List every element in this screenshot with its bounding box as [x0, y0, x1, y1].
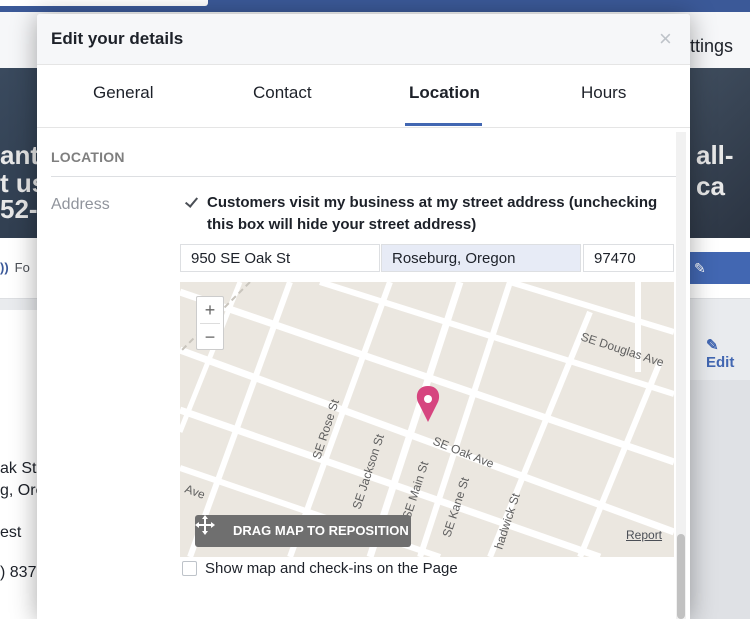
edit-link-label: Edit: [706, 354, 735, 371]
left-text-1: ak St: [0, 460, 37, 477]
show-map-checkbox[interactable]: [182, 561, 197, 576]
edit-link[interactable]: ✎ Edit: [706, 336, 750, 371]
street-label-oak: SE Oak Ave: [431, 434, 496, 471]
scrollbar-thumb[interactable]: [677, 534, 685, 619]
left-info-column: ak St g, Ore est ) 837: [0, 310, 44, 619]
drag-map-label: DRAG MAP TO REPOSITION: [233, 523, 409, 538]
dialog-title: Edit your details: [51, 29, 184, 48]
location-map[interactable]: SE Douglas Ave SE Rose St SE Jackson St …: [180, 282, 674, 557]
section-heading: LOCATION: [51, 149, 125, 165]
street-label-douglas: SE Douglas Ave: [579, 330, 666, 370]
follow-label: Fo: [14, 260, 30, 275]
top-bar: [0, 0, 750, 12]
drag-map-button[interactable]: DRAG MAP TO REPOSITION: [195, 515, 411, 547]
address-label: Address: [51, 196, 110, 213]
tab-contact[interactable]: Contact: [253, 83, 312, 103]
close-icon[interactable]: ×: [659, 26, 672, 52]
left-text-3: est: [0, 524, 22, 541]
map-zoom-control: + −: [196, 296, 224, 350]
left-text-4: ) 837: [0, 564, 37, 581]
tab-hours[interactable]: Hours: [581, 83, 626, 103]
street-label-ave: Ave: [183, 482, 207, 502]
top-search-box[interactable]: [0, 0, 208, 6]
city-input[interactable]: [381, 244, 581, 272]
dialog-scrollbar[interactable]: [676, 132, 686, 619]
cover-text-1: ant: [0, 140, 39, 170]
dialog-tabs: General Contact Location Hours: [37, 65, 690, 128]
background-map: [690, 380, 750, 619]
dialog-header: Edit your details ×: [37, 14, 690, 65]
tab-general[interactable]: General: [93, 83, 153, 103]
edit-pencil-button[interactable]: ✎: [686, 252, 750, 284]
zoom-in-button[interactable]: +: [197, 297, 223, 323]
show-map-label: Show map and check-ins on the Page: [205, 560, 458, 577]
location-pin-icon[interactable]: [416, 386, 440, 422]
zoom-out-button[interactable]: −: [197, 324, 223, 350]
tab-location[interactable]: Location: [409, 83, 480, 103]
visit-address-label: Customers visit my business at my street…: [207, 194, 658, 233]
move-arrows-icon: [195, 515, 215, 535]
rss-icon: )): [0, 260, 9, 275]
settings-link[interactable]: ttings: [690, 36, 733, 57]
cover-text-right: all-ca: [696, 140, 734, 201]
edit-details-dialog: Edit your details × General Contact Loca…: [37, 14, 690, 619]
visit-address-checkbox[interactable]: [184, 195, 197, 208]
active-tab-indicator: [405, 123, 482, 126]
report-map-link[interactable]: Report: [626, 528, 662, 542]
zip-code-input[interactable]: [583, 244, 674, 272]
follow-button[interactable]: )) Fo: [0, 260, 30, 275]
cover-text-3: 52-: [0, 194, 38, 224]
section-divider: [51, 176, 676, 177]
street-address-input[interactable]: [180, 244, 380, 272]
